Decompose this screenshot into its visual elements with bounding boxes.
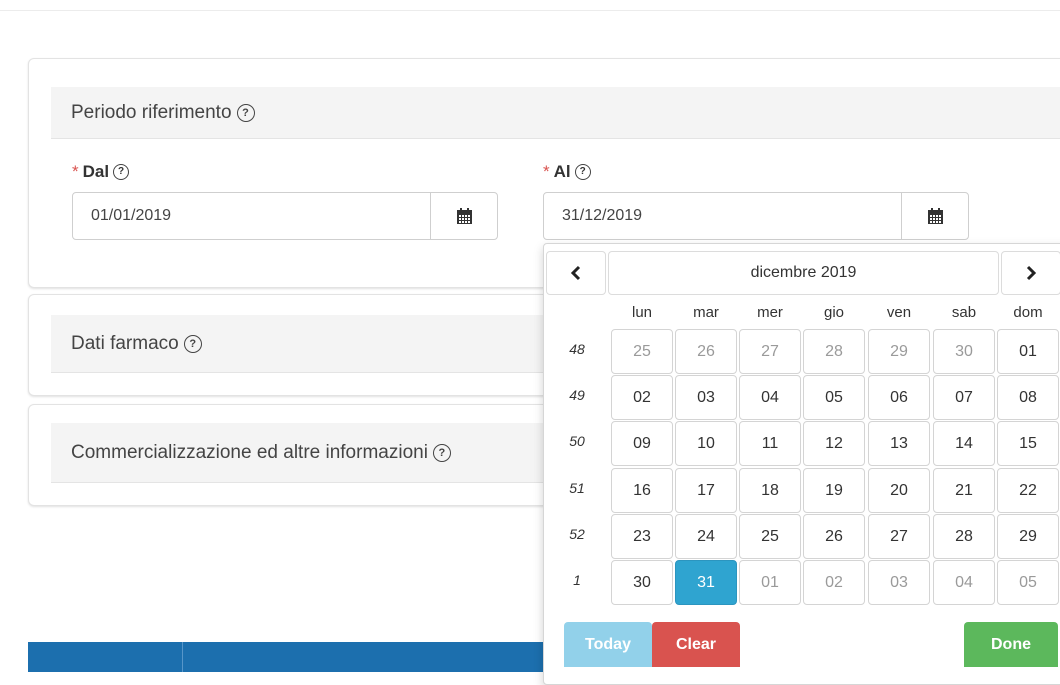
week-number: 50 [569,433,585,449]
dal-input-group [72,192,498,240]
done-button[interactable]: Done [964,622,1058,667]
periodo-header[interactable]: Periodo riferimento ? [51,87,1060,139]
day-cell[interactable]: 13 [868,421,930,466]
calendar-icon [927,207,944,225]
help-icon[interactable]: ? [574,164,591,180]
day-cell[interactable]: 10 [675,421,737,466]
day-cell[interactable]: 04 [739,375,801,420]
weekday-header: mar [693,304,719,321]
day-cell[interactable]: 01 [739,560,801,605]
day-cell[interactable]: 27 [739,329,801,374]
day-cell[interactable]: 16 [611,468,673,513]
dal-calendar-button[interactable] [430,193,497,239]
day-cell[interactable]: 22 [997,468,1059,513]
day-cell[interactable]: 06 [868,375,930,420]
next-month-button[interactable] [1001,251,1060,295]
week-number: 49 [569,387,585,403]
day-cell[interactable]: 26 [803,514,865,559]
week-number: 48 [569,341,585,357]
day-cell[interactable]: 20 [868,468,930,513]
al-calendar-button[interactable] [901,193,968,239]
day-cell[interactable]: 19 [803,468,865,513]
weekday-header: ven [886,304,912,321]
day-cell[interactable]: 27 [868,514,930,559]
help-icon[interactable]: ? [183,334,202,353]
day-cell[interactable]: 29 [868,329,930,374]
month-title-button[interactable]: dicembre 2019 [608,251,999,295]
day-cell[interactable]: 17 [675,468,737,513]
today-button[interactable]: Today [564,622,652,667]
day-cell[interactable]: 28 [933,514,995,559]
day-cell[interactable]: 24 [675,514,737,559]
chevron-left-icon [570,265,581,281]
calendar-icon [456,207,473,225]
dal-label-text: Dal [82,162,110,181]
weekday-header: dom [1013,304,1043,321]
day-cell[interactable]: 15 [997,421,1059,466]
dal-label: * Dal ? [72,162,130,182]
day-cell[interactable]: 01 [997,329,1059,374]
weekday-header: gio [823,304,845,321]
day-cell[interactable]: 05 [803,375,865,420]
clear-button[interactable]: Clear [652,622,740,667]
al-input-group [543,192,969,240]
day-cell[interactable]: 21 [933,468,995,513]
day-cell[interactable]: 26 [675,329,737,374]
day-cell[interactable]: 30 [933,329,995,374]
al-date-input[interactable] [544,193,901,239]
day-cell[interactable]: 18 [739,468,801,513]
help-icon[interactable]: ? [236,103,255,122]
required-mark: * [543,162,550,181]
datepicker-popup: dicembre 2019 lun mar mer gio ven sab dom 48 25 2… [543,243,1060,685]
day-cell[interactable]: 03 [675,375,737,420]
bottom-table-header [28,642,543,672]
dati-title: Dati farmaco [71,332,179,354]
week-number: 51 [569,480,585,496]
weekday-header: sab [951,304,977,321]
top-divider [0,10,1060,11]
day-cell[interactable]: 08 [997,375,1059,420]
day-cell[interactable]: 30 [611,560,673,605]
day-cell[interactable]: 11 [739,421,801,466]
day-cell[interactable]: 09 [611,421,673,466]
day-cell[interactable]: 02 [611,375,673,420]
day-cell[interactable]: 05 [997,560,1059,605]
day-cell[interactable]: 29 [997,514,1059,559]
chevron-right-icon [1026,265,1037,281]
month-title: dicembre 2019 [750,264,857,281]
required-mark: * [72,162,79,181]
selected-day-cell[interactable]: 31 [675,560,737,605]
column-divider [182,642,183,672]
day-cell[interactable]: 02 [803,560,865,605]
al-label-text: Al [553,162,571,181]
prev-month-button[interactable] [546,251,606,295]
day-cell[interactable]: 12 [803,421,865,466]
week-number: 1 [573,572,581,588]
day-cell[interactable]: 07 [933,375,995,420]
day-cell[interactable]: 14 [933,421,995,466]
dal-date-input[interactable] [73,193,430,239]
week-number: 52 [569,526,585,542]
day-cell[interactable]: 25 [611,329,673,374]
help-icon[interactable]: ? [432,443,451,462]
weekday-header: mer [757,304,783,321]
day-cell[interactable]: 25 [739,514,801,559]
periodo-title: Periodo riferimento [71,101,232,123]
day-cell[interactable]: 03 [868,560,930,605]
day-cell[interactable]: 23 [611,514,673,559]
day-cell[interactable]: 28 [803,329,865,374]
weekday-header: lun [631,304,653,321]
commerc-title: Commercializzazione ed altre informazion… [71,441,428,463]
help-icon[interactable]: ? [113,164,130,180]
al-label: * Al ? [543,162,591,182]
day-cell[interactable]: 04 [933,560,995,605]
